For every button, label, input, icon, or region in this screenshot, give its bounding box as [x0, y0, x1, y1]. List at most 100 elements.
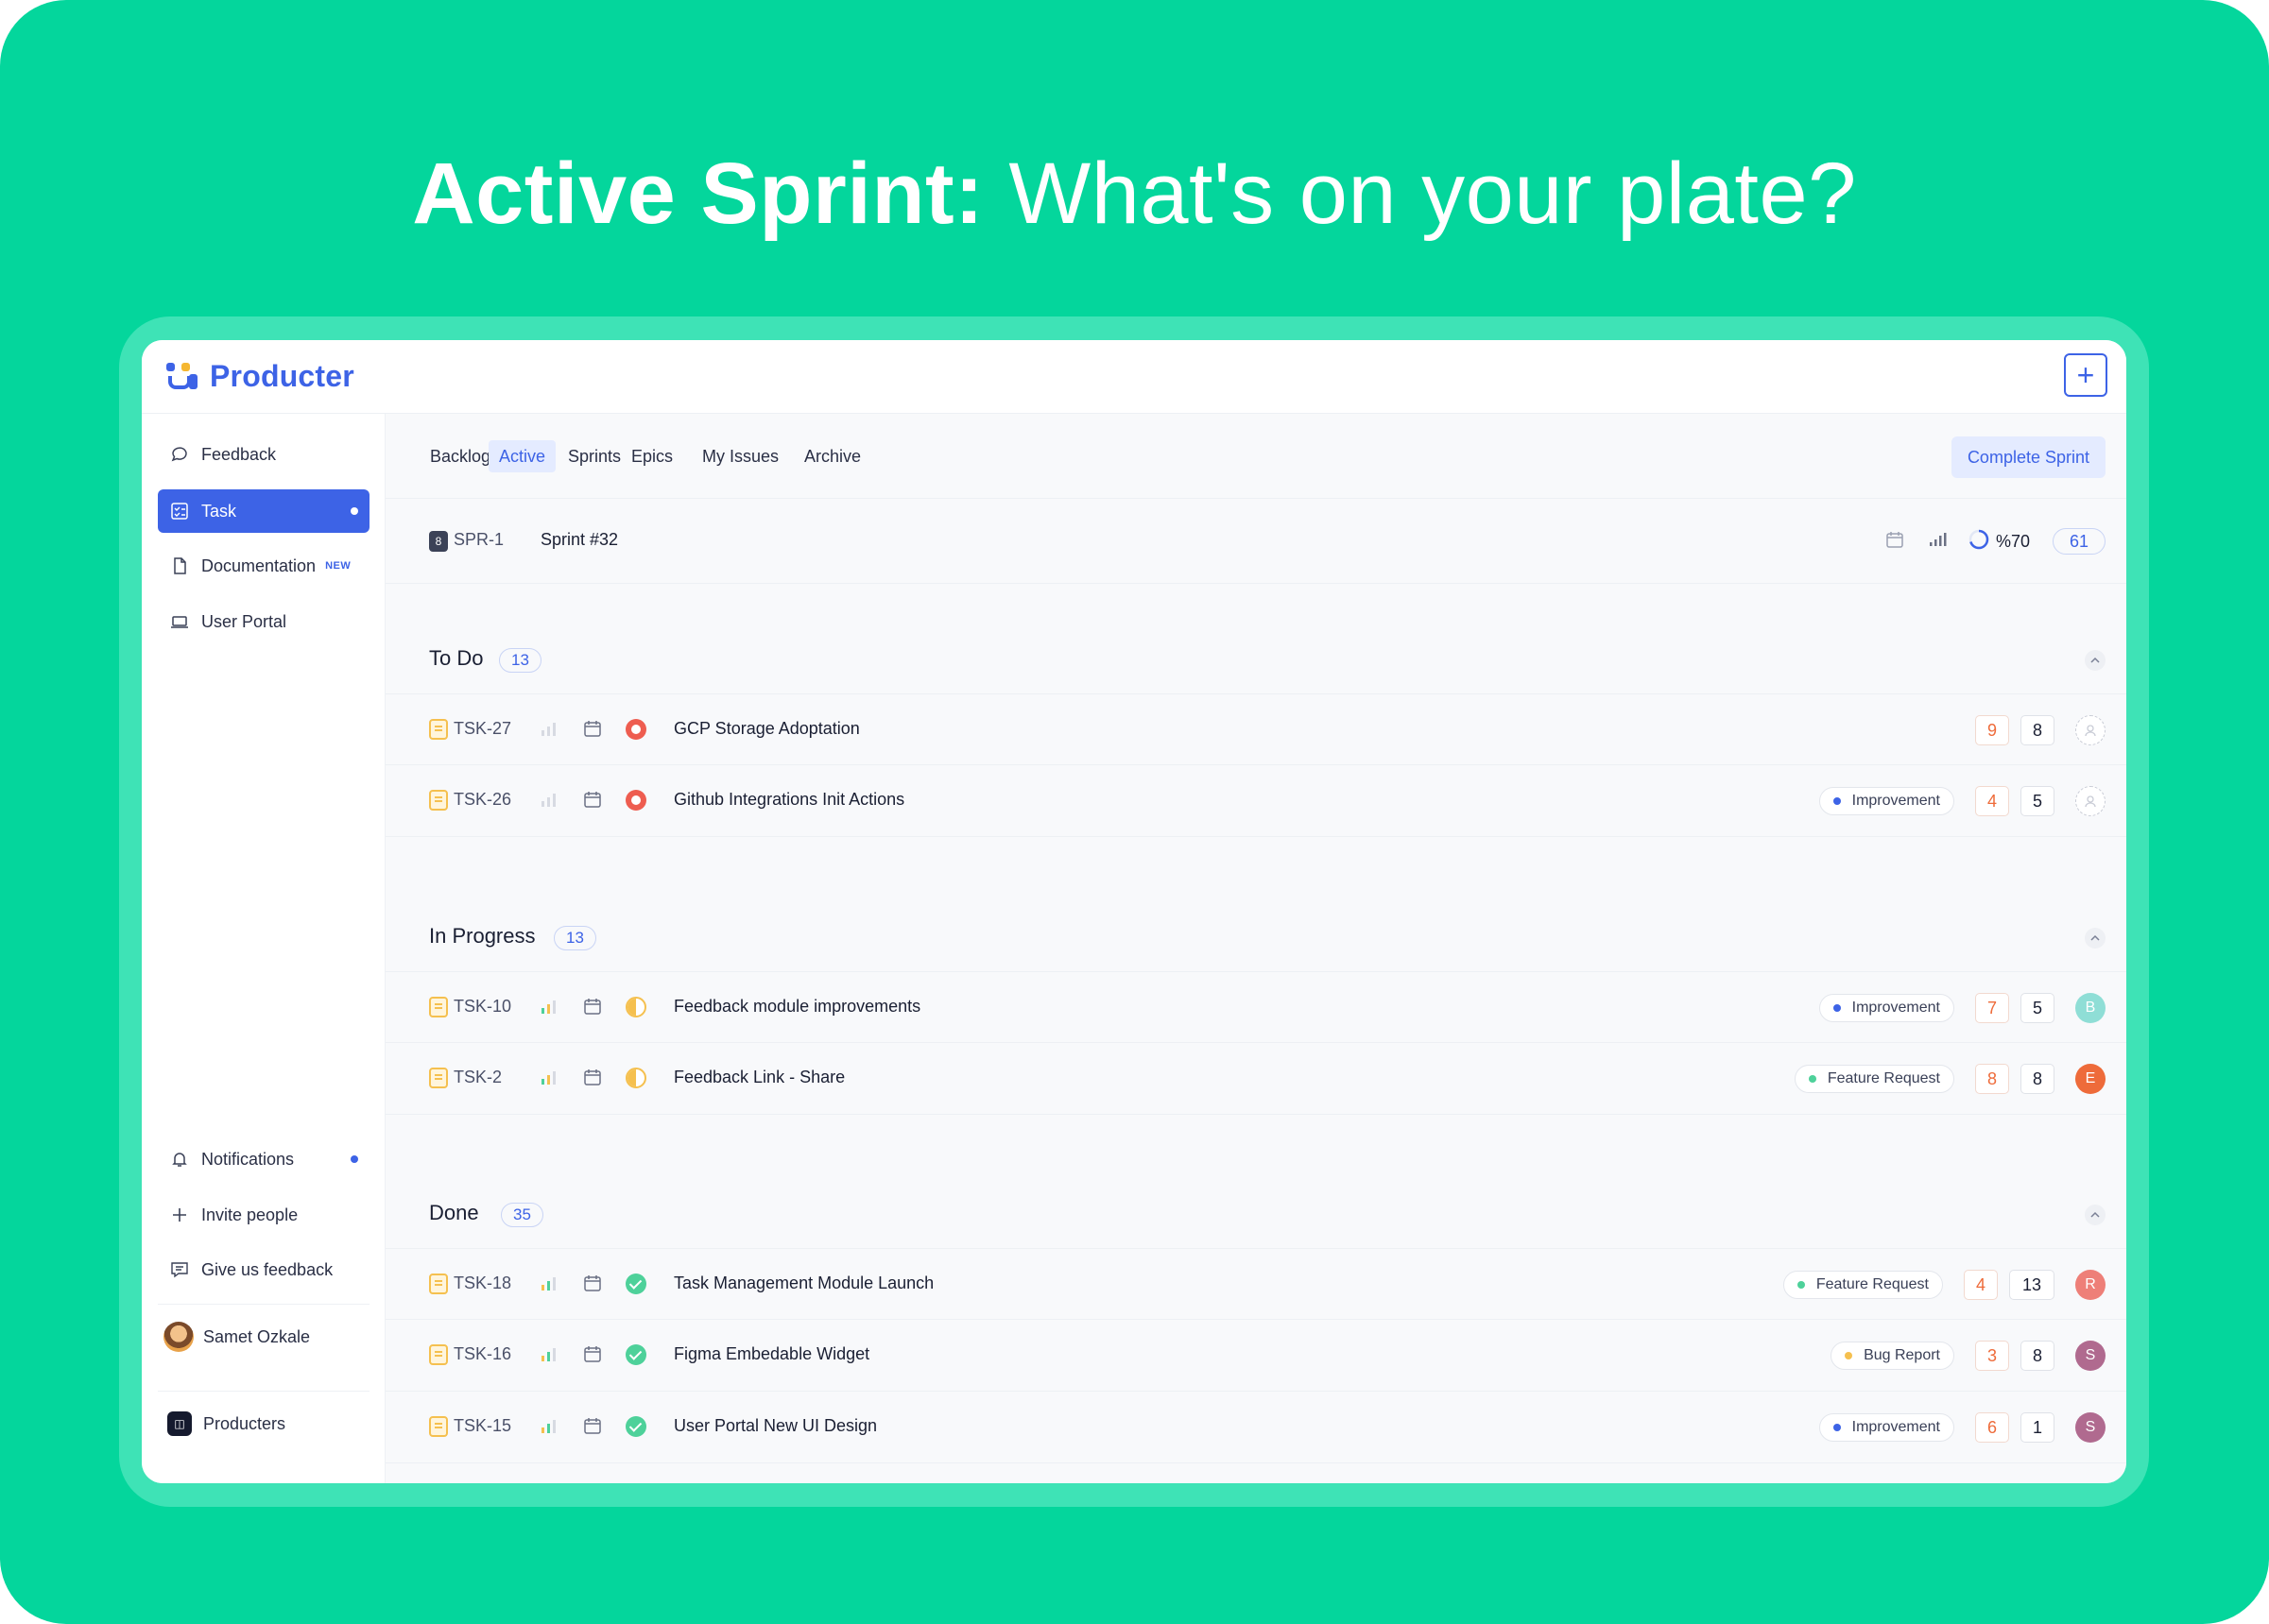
tab-my-issues[interactable]: My Issues: [692, 440, 789, 472]
brand-name: Producter: [210, 358, 354, 393]
org-switcher[interactable]: ◫ Producters: [158, 1402, 370, 1445]
status-icon[interactable]: [626, 997, 646, 1017]
priority-bars-icon[interactable]: [539, 790, 559, 811]
story-points[interactable]: 5: [2020, 993, 2054, 1023]
task-title[interactable]: Feedback module improvements: [674, 997, 920, 1017]
complete-sprint-button[interactable]: Complete Sprint: [1951, 436, 2106, 478]
calendar-icon[interactable]: [582, 1067, 603, 1087]
priority-bars-icon[interactable]: [539, 997, 559, 1017]
task-title[interactable]: GCP Storage Adoptation: [674, 719, 860, 739]
sidebar-item-user-portal[interactable]: User Portal: [158, 600, 370, 643]
story-points[interactable]: 8: [2020, 1064, 2054, 1094]
story-points[interactable]: 8: [2020, 715, 2054, 745]
calendar-icon[interactable]: [582, 996, 603, 1017]
calendar-icon[interactable]: [1884, 529, 1905, 555]
calendar-icon[interactable]: [582, 718, 603, 739]
tab-archive[interactable]: Archive: [794, 440, 871, 472]
story-points[interactable]: 13: [2009, 1270, 2054, 1300]
label-tag[interactable]: Improvement: [1818, 1413, 1954, 1442]
estimate-value[interactable]: 4: [1975, 786, 2009, 816]
estimate-value[interactable]: 4: [1964, 1270, 1998, 1300]
assignee-avatar[interactable]: S: [2075, 1412, 2106, 1443]
sidebar-item-feedback[interactable]: Feedback: [158, 433, 370, 476]
sidebar-item-task[interactable]: Task: [158, 489, 370, 533]
status-icon[interactable]: [626, 790, 646, 811]
chevron-up-icon[interactable]: [2085, 1205, 2106, 1225]
assignee-avatar[interactable]: R: [2075, 1270, 2106, 1300]
tab-epics[interactable]: Epics: [621, 440, 683, 472]
section-header[interactable]: To Do 13: [386, 637, 2126, 684]
table-row[interactable]: TSK-2 Feedback Link - Share Feature Reques…: [386, 1043, 2126, 1115]
task-title[interactable]: Github Integrations Init Actions: [674, 790, 904, 810]
task-id[interactable]: TSK-18: [454, 1274, 511, 1293]
task-id[interactable]: TSK-27: [454, 719, 511, 739]
task-title[interactable]: Task Management Module Launch: [674, 1274, 934, 1293]
org-logo-icon: ◫: [167, 1411, 192, 1436]
unassigned-user-icon[interactable]: [2075, 715, 2106, 745]
label-tag[interactable]: Bug Report: [1831, 1342, 1954, 1370]
status-icon[interactable]: [626, 719, 646, 740]
user-profile[interactable]: Samet Ozkale: [158, 1315, 370, 1359]
section-header[interactable]: In Progress 13: [386, 915, 2126, 962]
sidebar-item-invite-people[interactable]: Invite people: [158, 1193, 370, 1237]
table-row[interactable]: TSK-16 Figma Embedable Widget Bug Report 3 8…: [386, 1320, 2126, 1392]
table-row[interactable]: TSK-10 Feedback module improvements Improv…: [386, 971, 2126, 1043]
calendar-icon[interactable]: [582, 789, 603, 810]
estimate-value[interactable]: 7: [1975, 993, 2009, 1023]
task-title[interactable]: Feedback Link - Share: [674, 1068, 845, 1087]
priority-bars-icon[interactable]: [539, 1416, 559, 1437]
task-id[interactable]: TSK-10: [454, 997, 511, 1017]
label-tag[interactable]: Feature Request: [1782, 1271, 1943, 1299]
status-icon[interactable]: [626, 1068, 646, 1088]
task-title[interactable]: Figma Embedable Widget: [674, 1344, 869, 1364]
task-id[interactable]: TSK-16: [454, 1344, 511, 1364]
status-icon[interactable]: [626, 1416, 646, 1437]
estimate-value[interactable]: 8: [1975, 1064, 2009, 1094]
priority-bars-icon[interactable]: [539, 719, 559, 740]
task-title[interactable]: User Portal New UI Design: [674, 1416, 877, 1436]
status-icon[interactable]: [626, 1274, 646, 1294]
sidebar-item-give-feedback[interactable]: Give us feedback: [158, 1248, 370, 1291]
assignee-avatar[interactable]: B: [2075, 993, 2106, 1023]
estimate-value[interactable]: 3: [1975, 1341, 2009, 1371]
task-id[interactable]: TSK-2: [454, 1068, 502, 1087]
label-tag[interactable]: Feature Request: [1794, 1065, 1954, 1093]
task-type-icon: [429, 997, 448, 1017]
assignee-avatar[interactable]: E: [2075, 1064, 2106, 1094]
story-points[interactable]: 5: [2020, 786, 2054, 816]
calendar-icon[interactable]: [582, 1273, 603, 1293]
tag-label: Feature Request: [1827, 1070, 1940, 1086]
calendar-icon[interactable]: [582, 1415, 603, 1436]
priority-bars-icon[interactable]: [539, 1274, 559, 1294]
chevron-up-icon[interactable]: [2085, 928, 2106, 949]
tab-active[interactable]: Active: [489, 440, 557, 472]
task-id[interactable]: TSK-15: [454, 1416, 511, 1436]
sidebar-item-documentation[interactable]: Documentation NEW: [158, 544, 370, 588]
task-id[interactable]: TSK-26: [454, 790, 511, 810]
sprint-header[interactable]: 8 SPR-1 Sprint #32 %70 61: [386, 499, 2126, 584]
table-row[interactable]: TSK-15 User Portal New UI Design Improveme…: [386, 1392, 2126, 1463]
unassigned-user-icon[interactable]: [2075, 786, 2106, 816]
top-bar: Producter +: [142, 340, 2126, 414]
table-row[interactable]: TSK-18 Task Management Module Launch Featu…: [386, 1248, 2126, 1320]
calendar-icon[interactable]: [582, 1343, 603, 1364]
sidebar-item-notifications[interactable]: Notifications: [158, 1137, 370, 1181]
assignee-avatar[interactable]: S: [2075, 1341, 2106, 1371]
estimate-value[interactable]: 6: [1975, 1412, 2009, 1443]
priority-bars-icon[interactable]: [539, 1068, 559, 1088]
table-row[interactable]: TSK-26 Github Integrations Init Actions Im…: [386, 765, 2126, 837]
create-button[interactable]: +: [2064, 353, 2107, 397]
status-icon[interactable]: [626, 1344, 646, 1365]
label-tag[interactable]: Improvement: [1818, 994, 1954, 1022]
story-points[interactable]: 8: [2020, 1341, 2054, 1371]
priority-bars-icon[interactable]: [1926, 529, 1947, 555]
table-row[interactable]: TSK-27 GCP Storage Adoptation 9 8: [386, 693, 2126, 765]
story-points[interactable]: 1: [2020, 1412, 2054, 1443]
priority-bars-icon[interactable]: [539, 1344, 559, 1365]
estimate-value[interactable]: 9: [1975, 715, 2009, 745]
logo[interactable]: Producter: [164, 357, 354, 395]
task-type-icon: [429, 1344, 448, 1365]
section-header[interactable]: Done 35: [386, 1191, 2126, 1239]
label-tag[interactable]: Improvement: [1818, 787, 1954, 815]
chevron-up-icon[interactable]: [2085, 650, 2106, 671]
